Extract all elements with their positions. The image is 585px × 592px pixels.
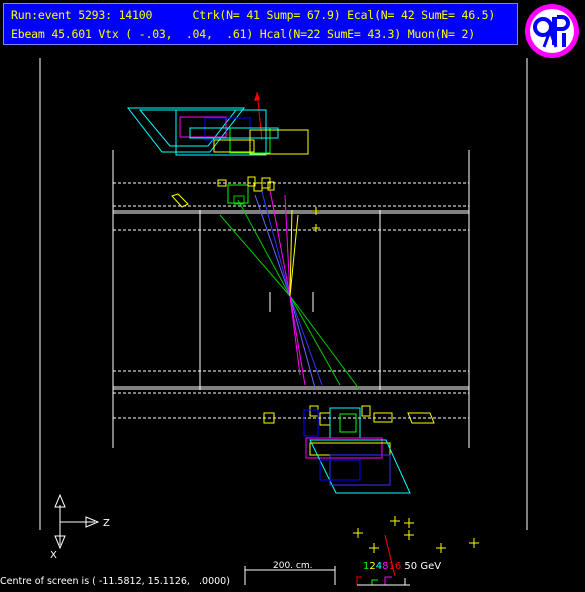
hcal-clusters-top — [171, 176, 275, 208]
energy-scale-ticks — [356, 576, 410, 586]
energy-unit: 50 GeV — [404, 561, 442, 572]
x-axis-label: X — [50, 550, 57, 561]
tracks — [219, 189, 361, 391]
distance-scale-label: 200. cm. — [273, 561, 313, 571]
muon-arrow-icon — [254, 91, 396, 577]
hit-markers — [312, 207, 320, 232]
energy-digit-16: 16 — [388, 561, 402, 572]
axis-indicator — [54, 493, 100, 550]
energy-scale-label: 124816 50 GeV — [363, 561, 441, 572]
screen-centre-readout: Centre of screen is ( -11.5812, 15.1126,… — [0, 576, 230, 587]
z-axis-label: Z — [103, 518, 110, 529]
ecal-clusters-top — [126, 107, 309, 205]
detector-outline — [39, 58, 528, 530]
ecal-clusters-bottom — [263, 405, 435, 494]
energy-markers — [353, 516, 479, 553]
event-display[interactable]: Z X — [0, 0, 585, 592]
